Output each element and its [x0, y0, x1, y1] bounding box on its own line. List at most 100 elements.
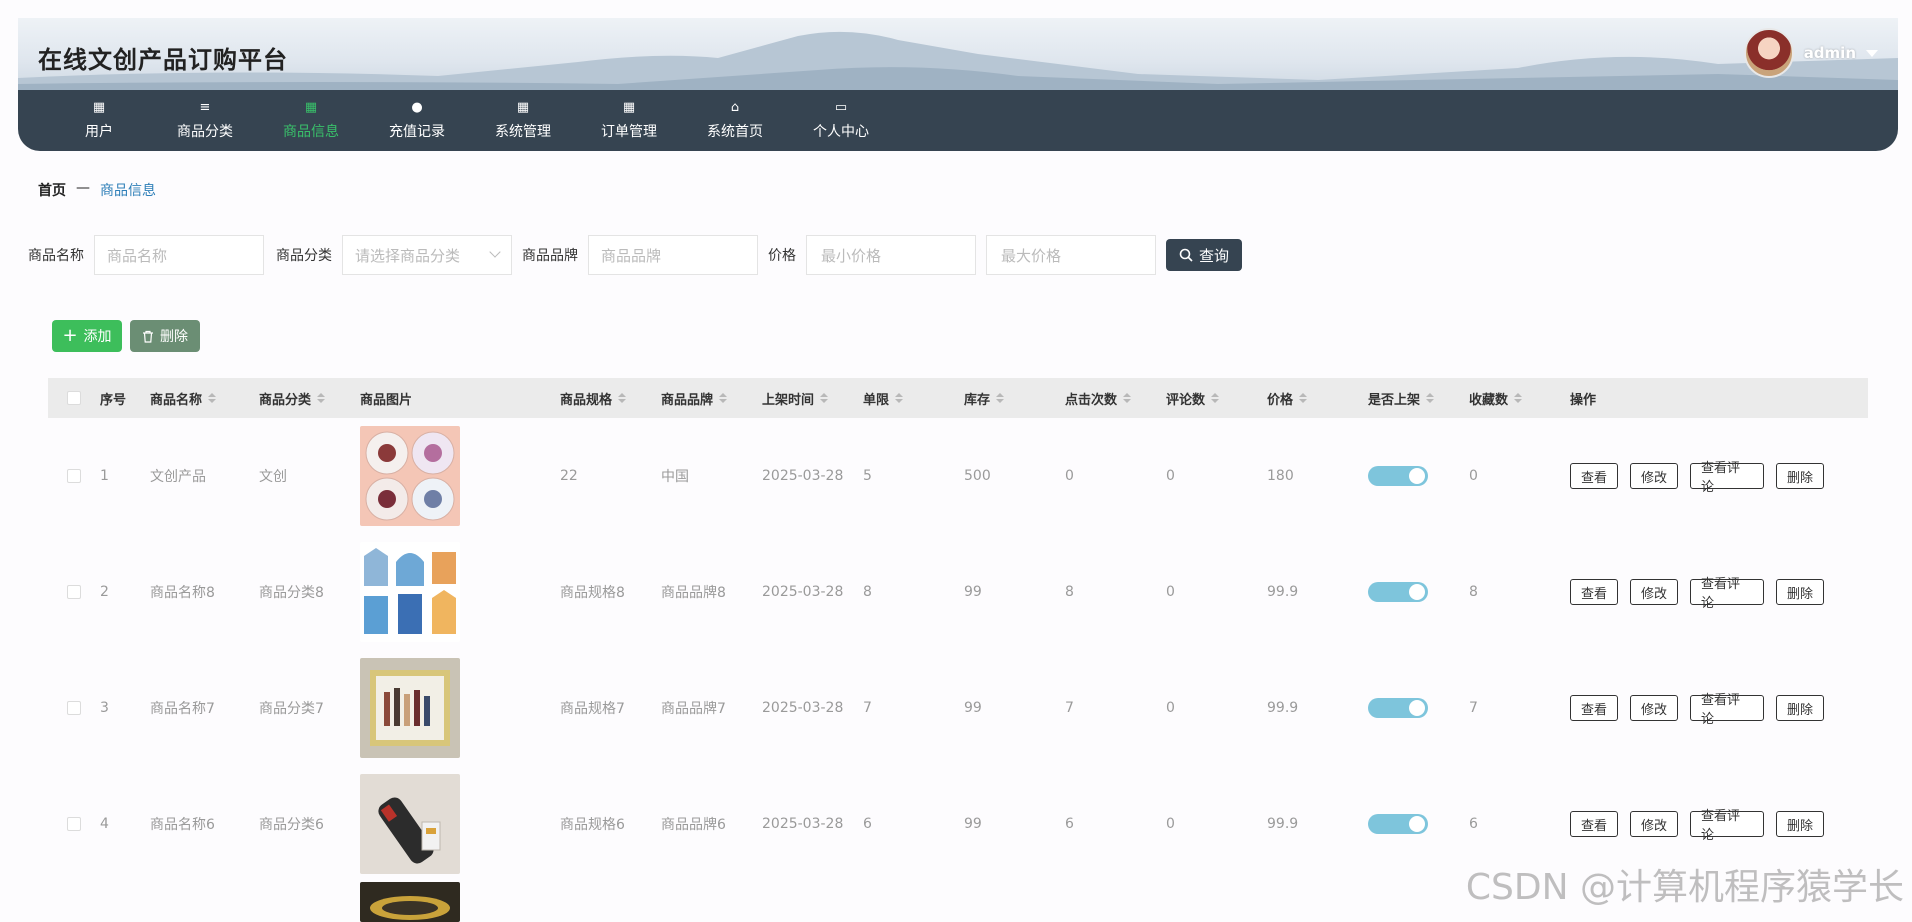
on-sale-toggle[interactable] — [1368, 814, 1428, 834]
delete-row-button[interactable]: 删除 — [1776, 463, 1824, 489]
col-stock[interactable]: 库存 — [964, 389, 1065, 408]
min-price-input[interactable]: 最小价格 — [806, 235, 976, 275]
listing-date: 2025-03-28 — [762, 584, 863, 600]
add-button[interactable]: + 添加 — [52, 320, 122, 352]
sort-icon[interactable] — [719, 393, 727, 403]
chevron-down-icon[interactable] — [1866, 50, 1878, 57]
row-checkbox[interactable] — [67, 469, 81, 483]
product-name: 文创产品 — [150, 466, 259, 486]
product-brand: 商品品牌6 — [661, 814, 762, 834]
edit-button[interactable]: 修改 — [1630, 579, 1678, 605]
row-checkbox[interactable] — [67, 585, 81, 599]
sort-icon[interactable] — [895, 393, 903, 403]
stock: 99 — [964, 816, 1065, 832]
favorite-count: 6 — [1469, 816, 1570, 832]
col-spec[interactable]: 商品规格 — [560, 389, 661, 408]
sort-icon[interactable] — [1299, 393, 1307, 403]
nav-item-product-category[interactable]: ≡商品分类 — [152, 90, 258, 151]
edit-button[interactable]: 修改 — [1630, 695, 1678, 721]
sort-icon[interactable] — [1426, 393, 1434, 403]
edit-button[interactable]: 修改 — [1630, 811, 1678, 837]
col-name[interactable]: 商品名称 — [150, 389, 259, 408]
search-icon — [1179, 248, 1193, 262]
on-sale-toggle[interactable] — [1368, 582, 1428, 602]
comment-count: 0 — [1166, 584, 1267, 600]
select-all-checkbox[interactable] — [67, 391, 81, 405]
username[interactable]: admin — [1804, 44, 1856, 62]
delete-row-button[interactable]: 删除 — [1776, 579, 1824, 605]
product-image[interactable] — [360, 882, 460, 922]
sort-icon[interactable] — [996, 393, 1004, 403]
main-nav: ▦用户 ≡商品分类 ▦商品信息 ●充值记录 ▦系统管理 ▦订单管理 ⌂系统首页 … — [18, 90, 1898, 151]
row-checkbox[interactable] — [67, 701, 81, 715]
view-comments-button[interactable]: 查看评论 — [1690, 695, 1764, 721]
nav-item-product-info[interactable]: ▦商品信息 — [258, 90, 364, 151]
nav-item-orders[interactable]: ▦订单管理 — [576, 90, 682, 151]
col-on-sale[interactable]: 是否上架 — [1368, 389, 1469, 408]
category-select[interactable]: 请选择商品分类 — [342, 235, 512, 275]
bulb-icon: ● — [411, 101, 422, 115]
on-sale-toggle[interactable] — [1368, 698, 1428, 718]
query-button[interactable]: 查询 — [1166, 239, 1242, 271]
listing-date: 2025-03-28 — [762, 468, 863, 484]
row-index: 4 — [100, 816, 150, 832]
sort-icon[interactable] — [1123, 393, 1131, 403]
view-comments-button[interactable]: 查看评论 — [1690, 811, 1764, 837]
breadcrumb: 首页 — 商品信息 — [38, 180, 156, 200]
col-comments[interactable]: 评论数 — [1166, 389, 1267, 408]
sort-icon[interactable] — [618, 393, 626, 403]
sort-icon[interactable] — [1211, 393, 1219, 403]
breadcrumb-separator: — — [76, 180, 90, 200]
product-image[interactable] — [360, 542, 460, 642]
grid-icon: ▦ — [93, 101, 105, 115]
view-button[interactable]: 查看 — [1570, 811, 1618, 837]
price: 99.9 — [1267, 584, 1368, 600]
product-name-input[interactable]: 商品名称 — [94, 235, 264, 275]
sort-icon[interactable] — [208, 393, 216, 403]
product-spec: 商品规格6 — [560, 814, 661, 834]
product-image[interactable] — [360, 658, 460, 758]
sliders-icon: ≡ — [200, 101, 211, 115]
comment-count: 0 — [1166, 468, 1267, 484]
col-category[interactable]: 商品分类 — [259, 389, 360, 408]
nav-item-profile[interactable]: ▭个人中心 — [788, 90, 894, 151]
table-actions: + 添加 删除 — [52, 320, 200, 352]
delete-row-button[interactable]: 删除 — [1776, 695, 1824, 721]
col-price[interactable]: 价格 — [1267, 389, 1368, 408]
nav-item-recharge[interactable]: ●充值记录 — [364, 90, 470, 151]
col-favorites[interactable]: 收藏数 — [1469, 389, 1570, 408]
col-brand[interactable]: 商品品牌 — [661, 389, 762, 408]
delete-row-button[interactable]: 删除 — [1776, 811, 1824, 837]
row-actions: 查看 修改 查看评论 删除 — [1570, 579, 1830, 605]
max-price-input[interactable]: 最大价格 — [986, 235, 1156, 275]
nav-item-home[interactable]: ⌂系统首页 — [682, 90, 788, 151]
favorite-count: 0 — [1469, 468, 1570, 484]
col-limit[interactable]: 单限 — [863, 389, 964, 408]
product-image[interactable] — [360, 426, 460, 526]
view-comments-button[interactable]: 查看评论 — [1690, 463, 1764, 489]
view-button[interactable]: 查看 — [1570, 579, 1618, 605]
product-category: 商品分类7 — [259, 698, 360, 718]
edit-button[interactable]: 修改 — [1630, 463, 1678, 489]
sort-icon[interactable] — [1514, 393, 1522, 403]
row-checkbox[interactable] — [67, 817, 81, 831]
breadcrumb-home[interactable]: 首页 — [38, 180, 66, 200]
sort-icon[interactable] — [317, 393, 325, 403]
brand-input[interactable]: 商品品牌 — [588, 235, 758, 275]
sort-icon[interactable] — [820, 393, 828, 403]
site-title: 在线文创产品订购平台 — [38, 40, 288, 75]
nav-item-system[interactable]: ▦系统管理 — [470, 90, 576, 151]
user-menu[interactable]: admin — [1744, 28, 1878, 78]
brand-label: 商品品牌 — [522, 245, 578, 265]
nav-item-users[interactable]: ▦用户 — [46, 90, 152, 151]
col-date[interactable]: 上架时间 — [762, 389, 863, 408]
click-count: 7 — [1065, 700, 1166, 716]
view-button[interactable]: 查看 — [1570, 463, 1618, 489]
product-image[interactable] — [360, 774, 460, 874]
avatar[interactable] — [1744, 28, 1794, 78]
view-button[interactable]: 查看 — [1570, 695, 1618, 721]
delete-button[interactable]: 删除 — [130, 320, 200, 352]
col-clicks[interactable]: 点击次数 — [1065, 389, 1166, 408]
on-sale-toggle[interactable] — [1368, 466, 1428, 486]
view-comments-button[interactable]: 查看评论 — [1690, 579, 1764, 605]
